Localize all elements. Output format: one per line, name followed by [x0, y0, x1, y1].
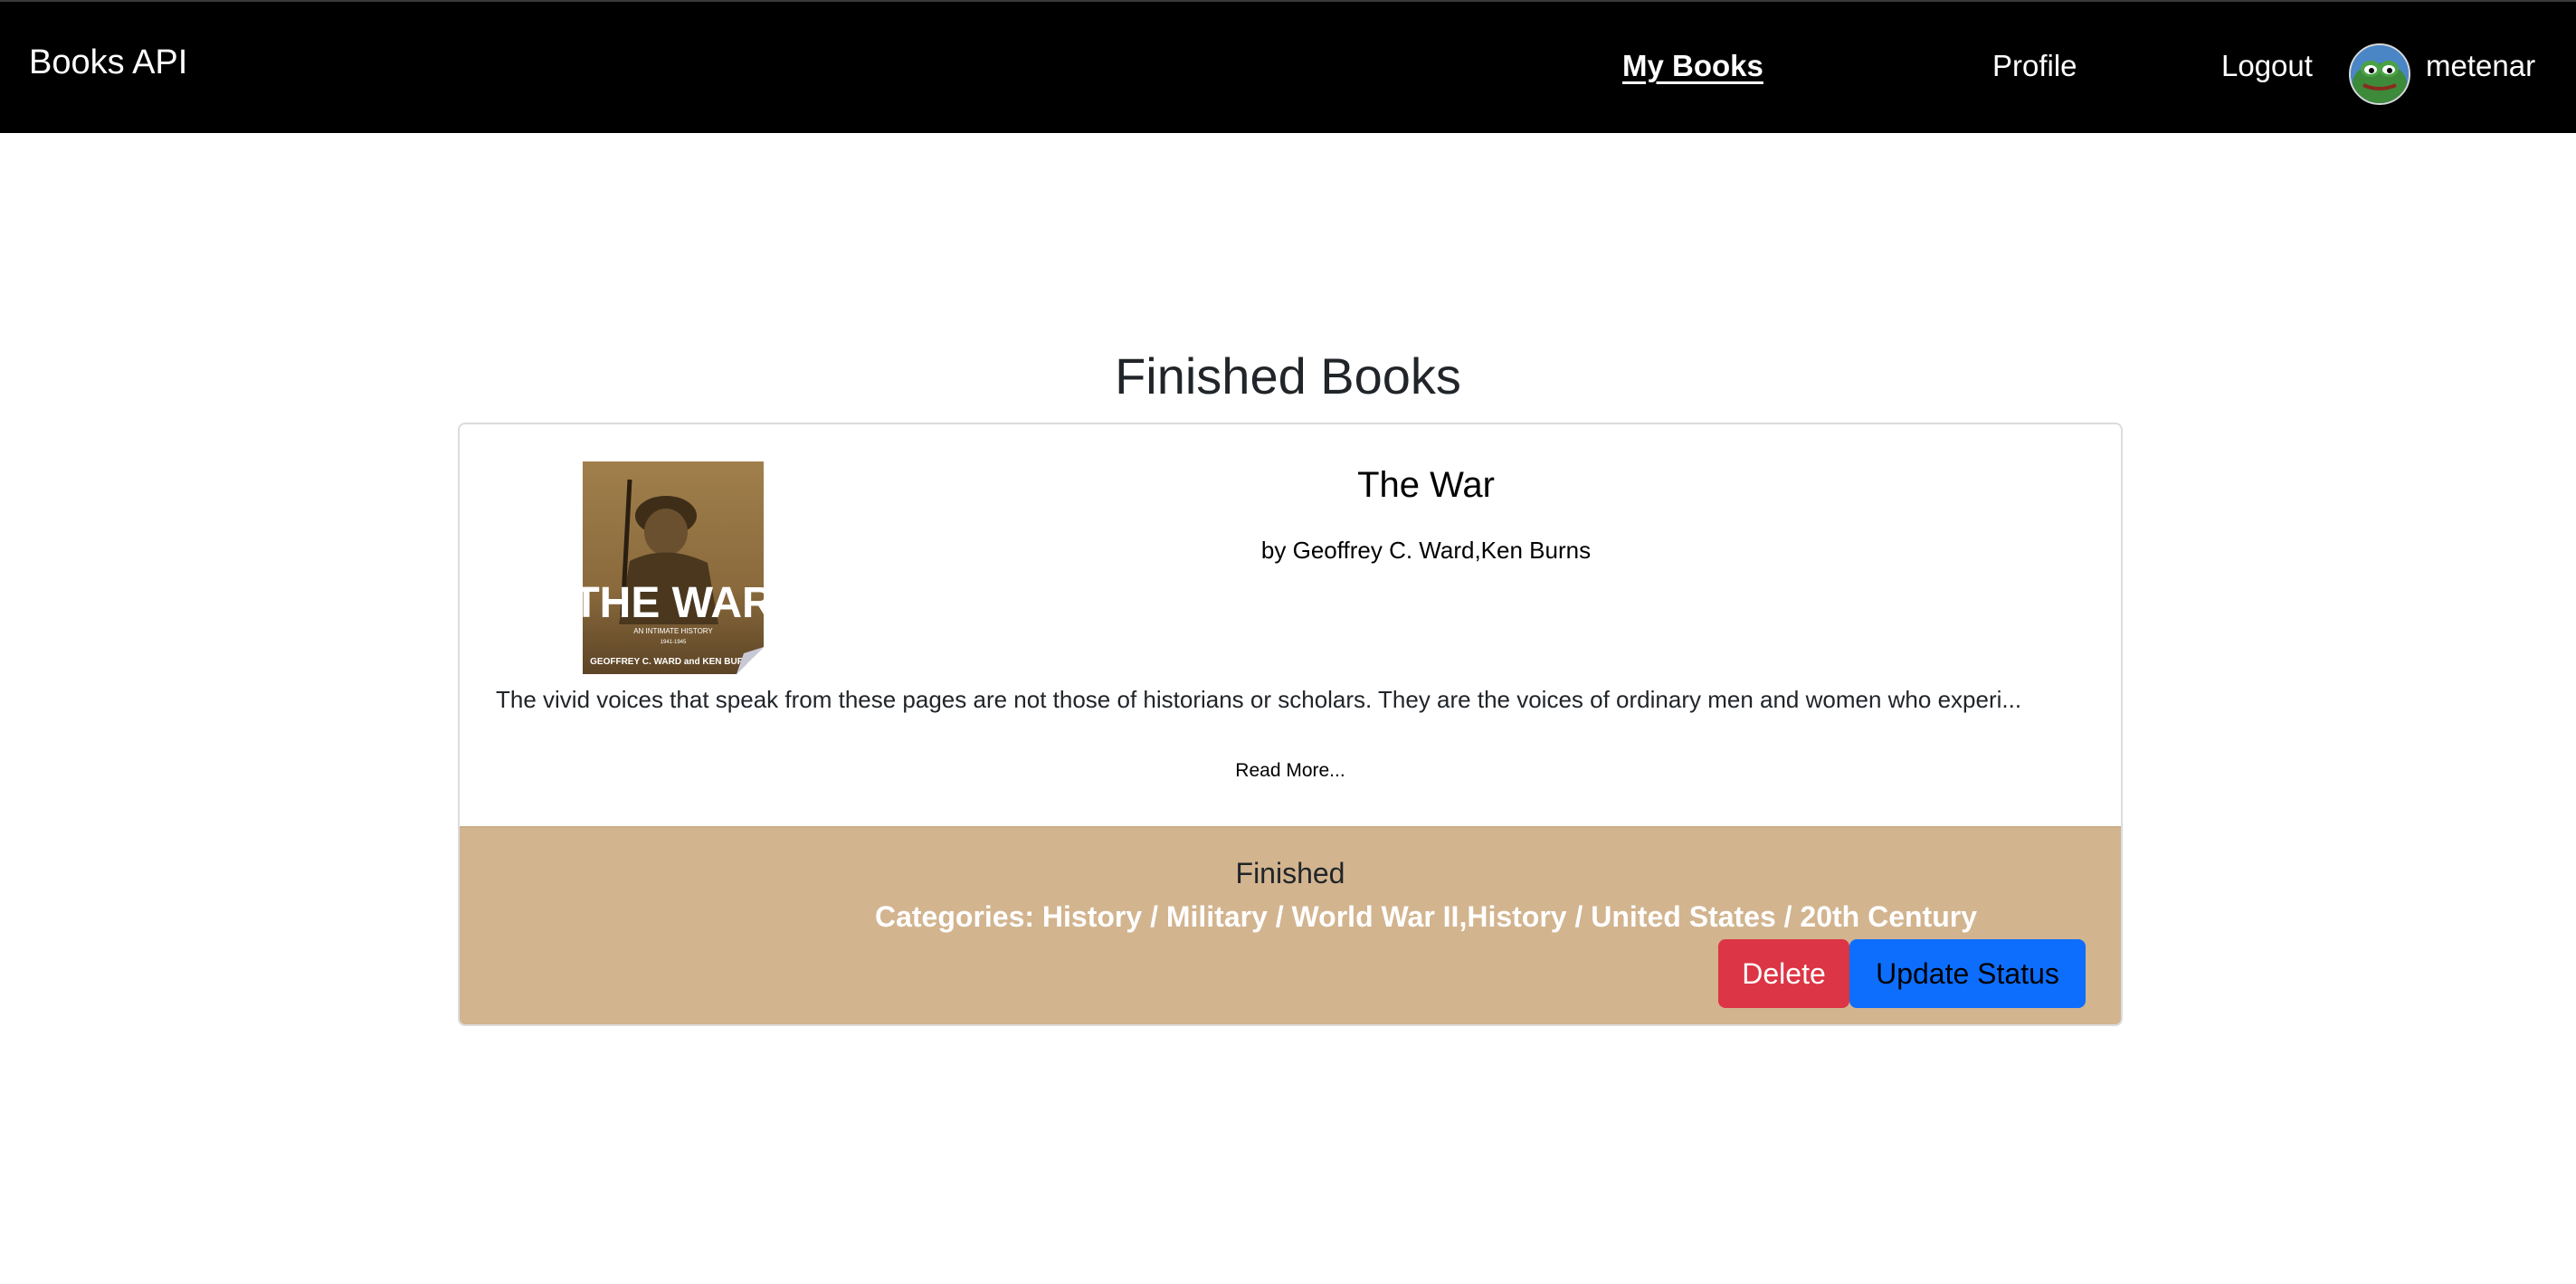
- cover-authors-text: GEOFFREY C. WARD and KEN BURNS: [590, 657, 756, 667]
- user-avatar[interactable]: [2349, 43, 2410, 105]
- top-navbar: Books API My Books Profile Logout metena…: [0, 0, 2576, 133]
- book-card: THE WAR AN INTIMATE HISTORY 1941-1945 GE…: [458, 423, 2123, 1026]
- nav-my-books[interactable]: My Books: [1622, 51, 1763, 81]
- card-footer: Finished Categories: History / Military …: [460, 826, 2121, 1024]
- read-more-link[interactable]: Read More...: [460, 761, 2121, 780]
- cover-title-text: THE WAR: [583, 579, 764, 627]
- cover-subtitle-text: AN INTIMATE HISTORY: [633, 627, 713, 635]
- delete-button[interactable]: Delete: [1718, 939, 1849, 1008]
- brand-link[interactable]: Books API: [29, 45, 187, 80]
- cover-years-text: 1941-1945: [661, 640, 687, 645]
- book-title: The War: [1357, 465, 1495, 505]
- page-title: Finished Books: [1115, 347, 1461, 404]
- book-author: by Geoffrey C. Ward,Ken Burns: [1260, 537, 1592, 564]
- book-description: The vivid voices that speak from these p…: [496, 686, 2022, 713]
- frog-avatar-icon: [2351, 45, 2409, 103]
- book-categories: Categories: History / Military / World W…: [874, 900, 1977, 933]
- nav-profile[interactable]: Profile: [1992, 51, 2077, 81]
- username-label[interactable]: metenar: [2426, 51, 2535, 81]
- book-status: Finished: [1235, 857, 1345, 889]
- update-status-button[interactable]: Update Status: [1849, 939, 2086, 1008]
- nav-logout[interactable]: Logout: [2221, 51, 2313, 81]
